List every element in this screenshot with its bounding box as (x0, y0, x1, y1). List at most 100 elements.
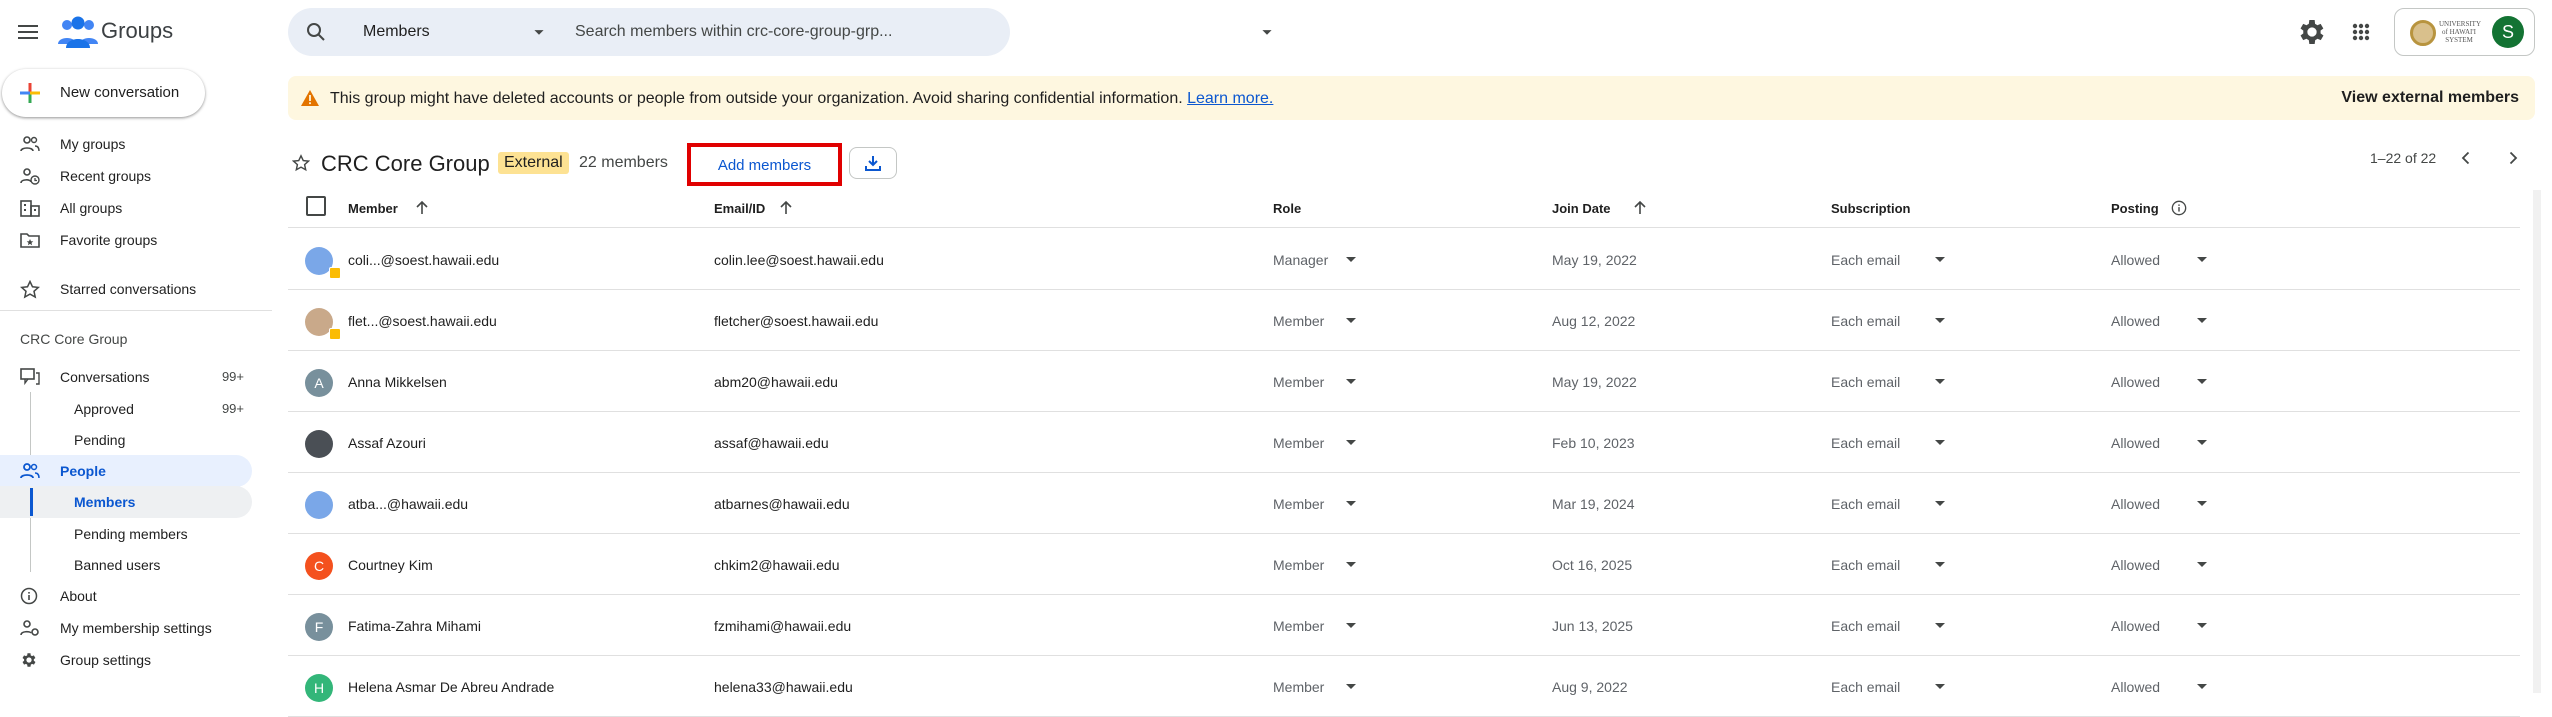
posting-select[interactable]: Allowed (2111, 496, 2160, 512)
sidebar-item-pending-members[interactable]: Pending members (0, 518, 252, 550)
sidebar-item-banned-users[interactable]: Banned users (0, 549, 252, 581)
info-icon[interactable] (2171, 200, 2187, 216)
sidebar-item-group-settings[interactable]: Group settings (0, 644, 252, 676)
sort-arrow-up-icon[interactable] (1630, 198, 1650, 218)
account-button[interactable]: UNIVERSITY of HAWAI'I SYSTEM S (2394, 8, 2535, 56)
learn-more-link[interactable]: Learn more. (1187, 90, 1273, 107)
role-select[interactable]: Member (1273, 557, 1324, 573)
new-conversation-button[interactable]: New conversation (2, 69, 205, 117)
member-name[interactable]: Fatima-Zahra Mihami (348, 618, 481, 634)
table-row[interactable]: F Fatima-Zahra Mihami fzmihami@hawaii.edu M… (288, 595, 2520, 656)
role-select[interactable]: Member (1273, 435, 1324, 451)
settings-button[interactable] (2296, 16, 2328, 48)
member-name[interactable]: flet...@soest.hawaii.edu (348, 313, 497, 329)
table-scrollbar[interactable] (2533, 190, 2541, 693)
subscription-dropdown-button[interactable] (1934, 622, 1946, 630)
next-page-button[interactable] (2501, 146, 2525, 170)
posting-select[interactable]: Allowed (2111, 374, 2160, 390)
sidebar-item-people[interactable]: People (0, 455, 252, 487)
member-name[interactable]: atba...@hawaii.edu (348, 496, 468, 512)
sidebar-item-pending[interactable]: Pending (0, 424, 252, 456)
table-row[interactable]: H Helena Asmar De Abreu Andrade helena33@h… (288, 656, 2520, 717)
groups-logo-icon[interactable] (56, 14, 100, 50)
posting-dropdown-button[interactable] (2196, 317, 2208, 325)
role-dropdown-button[interactable] (1345, 500, 1357, 508)
sidebar-item-about[interactable]: About (0, 580, 252, 612)
table-row[interactable]: atba...@hawaii.edu atbarnes@hawaii.edu Mem… (288, 473, 2520, 534)
posting-dropdown-button[interactable] (2196, 683, 2208, 691)
sidebar-item-favorite-groups[interactable]: Favorite groups (0, 224, 252, 256)
scope-dropdown-icon[interactable] (528, 21, 550, 43)
column-header-member[interactable]: Member (348, 200, 428, 216)
sidebar-group-heading[interactable]: CRC Core Group (20, 331, 127, 347)
previous-page-button[interactable] (2454, 146, 2478, 170)
role-dropdown-button[interactable] (1345, 378, 1357, 386)
select-all-checkbox[interactable] (306, 196, 326, 216)
posting-select[interactable]: Allowed (2111, 313, 2160, 329)
subscription-select[interactable]: Each email (1831, 374, 1900, 390)
role-dropdown-button[interactable] (1345, 317, 1357, 325)
add-members-button[interactable]: Add members (687, 143, 842, 186)
search-input[interactable] (575, 20, 970, 44)
star-icon[interactable] (292, 154, 310, 172)
search-scope-select[interactable]: Members (363, 22, 430, 42)
role-select[interactable]: Member (1273, 496, 1324, 512)
posting-select[interactable]: Allowed (2111, 435, 2160, 451)
view-external-members-button[interactable]: View external members (2341, 89, 2519, 107)
subscription-select[interactable]: Each email (1831, 313, 1900, 329)
subscription-dropdown-button[interactable] (1934, 256, 1946, 264)
sidebar-item-membership-settings[interactable]: My membership settings (0, 612, 252, 644)
subscription-dropdown-button[interactable] (1934, 439, 1946, 447)
subscription-select[interactable]: Each email (1831, 435, 1900, 451)
table-row[interactable]: A Anna Mikkelsen abm20@hawaii.edu Member May… (288, 351, 2520, 412)
role-select[interactable]: Member (1273, 618, 1324, 634)
table-row[interactable]: Assaf Azouri assaf@hawaii.edu Member Feb 10… (288, 412, 2520, 473)
subscription-select[interactable]: Each email (1831, 252, 1900, 268)
sidebar-item-conversations[interactable]: Conversations 99+ (0, 361, 252, 393)
subscription-dropdown-button[interactable] (1934, 317, 1946, 325)
sidebar-item-starred-conversations[interactable]: Starred conversations (0, 273, 252, 305)
subscription-dropdown-button[interactable] (1934, 378, 1946, 386)
posting-dropdown-button[interactable] (2196, 561, 2208, 569)
role-dropdown-button[interactable] (1345, 683, 1357, 691)
column-header-subscription[interactable]: Subscription (1831, 201, 1910, 216)
search-icon[interactable] (304, 20, 328, 44)
sidebar-item-members[interactable]: Members (0, 486, 252, 518)
sidebar-item-approved[interactable]: Approved 99+ (0, 393, 252, 425)
search-options-button[interactable] (1256, 21, 1278, 43)
posting-dropdown-button[interactable] (2196, 622, 2208, 630)
role-select[interactable]: Member (1273, 374, 1324, 390)
role-dropdown-button[interactable] (1345, 256, 1357, 264)
subscription-select[interactable]: Each email (1831, 496, 1900, 512)
posting-dropdown-button[interactable] (2196, 378, 2208, 386)
main-menu-button[interactable] (12, 16, 44, 48)
sidebar-item-all-groups[interactable]: All groups (0, 192, 252, 224)
subscription-select[interactable]: Each email (1831, 557, 1900, 573)
sidebar-item-recent-groups[interactable]: Recent groups (0, 160, 252, 192)
role-select[interactable]: Member (1273, 313, 1324, 329)
subscription-select[interactable]: Each email (1831, 618, 1900, 634)
posting-select[interactable]: Allowed (2111, 252, 2160, 268)
subscription-dropdown-button[interactable] (1934, 561, 1946, 569)
column-header-join-date[interactable]: Join Date (1552, 200, 1646, 216)
sort-arrow-up-icon[interactable] (776, 198, 796, 218)
posting-dropdown-button[interactable] (2196, 256, 2208, 264)
subscription-dropdown-button[interactable] (1934, 683, 1946, 691)
posting-select[interactable]: Allowed (2111, 618, 2160, 634)
column-header-email[interactable]: Email/ID (714, 200, 792, 216)
member-name[interactable]: Assaf Azouri (348, 435, 426, 451)
role-dropdown-button[interactable] (1345, 561, 1357, 569)
member-name[interactable]: Anna Mikkelsen (348, 374, 447, 390)
subscription-dropdown-button[interactable] (1934, 500, 1946, 508)
posting-select[interactable]: Allowed (2111, 557, 2160, 573)
table-row[interactable]: C Courtney Kim chkim2@hawaii.edu Member Oct … (288, 534, 2520, 595)
posting-dropdown-button[interactable] (2196, 500, 2208, 508)
google-apps-button[interactable] (2345, 16, 2377, 48)
posting-dropdown-button[interactable] (2196, 439, 2208, 447)
member-name[interactable]: coli...@soest.hawaii.edu (348, 252, 499, 268)
export-members-button[interactable] (849, 147, 897, 179)
table-row[interactable]: coli...@soest.hawaii.edu colin.lee@soest.… (288, 229, 2520, 290)
app-title[interactable]: Groups (101, 16, 173, 46)
column-header-role[interactable]: Role (1273, 201, 1301, 216)
role-select[interactable]: Manager (1273, 252, 1328, 268)
